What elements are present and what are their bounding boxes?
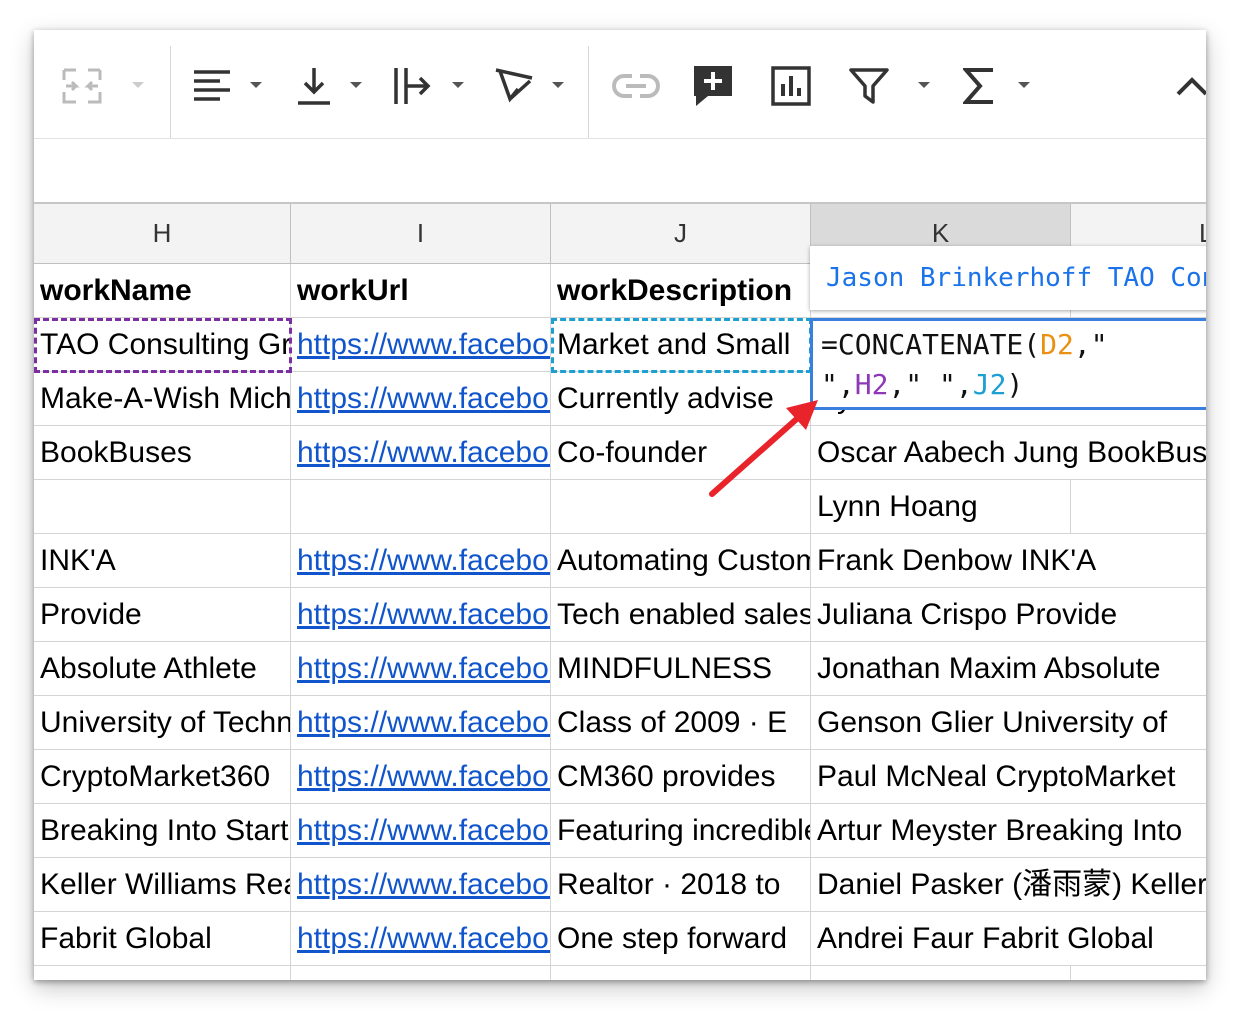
annotation-arrow <box>709 400 818 497</box>
spreadsheet-window: H I J K L workNameworkUrlworkDescription… <box>34 30 1206 980</box>
